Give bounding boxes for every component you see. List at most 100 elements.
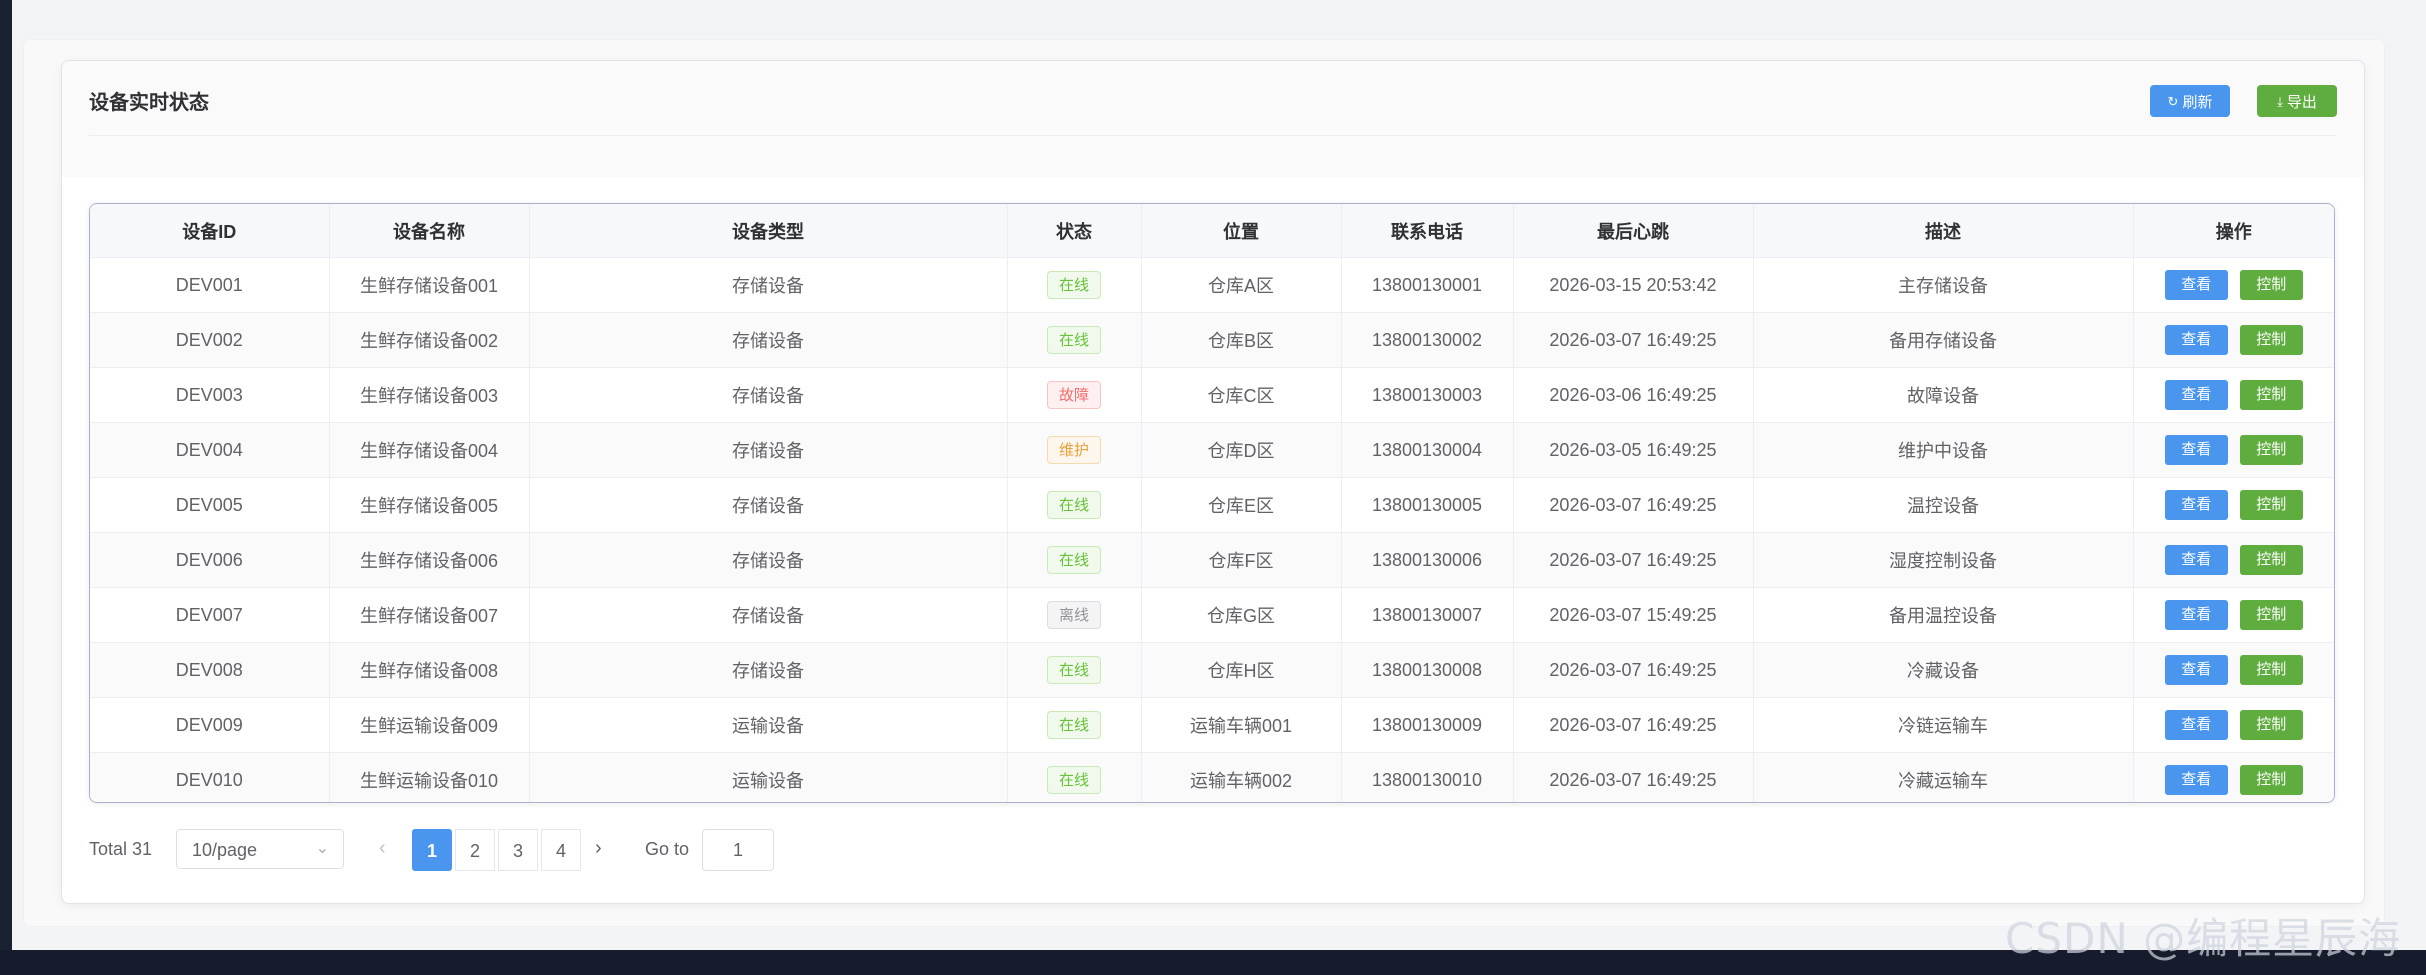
control-button[interactable]: 控制 xyxy=(2239,655,2303,685)
phone-cell: 13800130005 xyxy=(1341,477,1514,533)
download-icon: ⤓ xyxy=(2277,93,2283,109)
status-badge: 在线 xyxy=(1046,491,1101,519)
device-type-cell: 存储设备 xyxy=(529,422,1008,478)
page-size-select[interactable]: 10/page ⌄ xyxy=(176,829,344,869)
view-button[interactable]: 查看 xyxy=(2164,545,2228,575)
device-id-cell: DEV007 xyxy=(90,587,330,643)
location-cell: 仓库G区 xyxy=(1141,587,1342,643)
description-cell: 主存储设备 xyxy=(1753,257,2134,313)
description-cell: 冷藏设备 xyxy=(1753,642,2134,698)
actions-cell: 查看 控制 xyxy=(2133,642,2334,698)
device-status-card: 设备实时状态 ↻ 刷新 ⤓ 导出 设备ID 设备名称 设备类型 状态 位置 联系… xyxy=(61,60,2365,904)
control-button[interactable]: 控制 xyxy=(2239,765,2303,795)
table-row: DEV007 生鲜存储设备007 存储设备 离线 仓库G区 13800130007 2026… xyxy=(90,587,2334,643)
total-count: Total 31 xyxy=(89,839,153,859)
device-name-cell: 生鲜存储设备003 xyxy=(329,367,530,423)
view-button[interactable]: 查看 xyxy=(2164,710,2228,740)
view-button[interactable]: 查看 xyxy=(2164,490,2228,520)
heartbeat-cell: 2026-03-07 16:49:25 xyxy=(1513,642,1754,698)
refresh-button[interactable]: ↻ 刷新 xyxy=(2150,85,2230,117)
table-header-row: 设备ID 设备名称 设备类型 状态 位置 联系电话 最后心跳 描述 操作 xyxy=(90,204,2334,258)
status-badge: 在线 xyxy=(1046,546,1101,574)
view-button[interactable]: 查看 xyxy=(2164,765,2228,795)
page-size-value: 10/page xyxy=(192,840,258,860)
page-button[interactable]: 2 xyxy=(455,829,495,871)
table-row: DEV002 生鲜存储设备002 存储设备 在线 仓库B区 13800130002 2026… xyxy=(90,312,2334,368)
view-button[interactable]: 查看 xyxy=(2164,655,2228,685)
phone-cell: 13800130010 xyxy=(1341,752,1514,802)
status-badge: 在线 xyxy=(1046,766,1101,794)
device-name-cell: 生鲜存储设备001 xyxy=(329,257,530,313)
refresh-icon: ↻ xyxy=(2167,93,2179,109)
location-cell: 运输车辆002 xyxy=(1141,752,1342,802)
location-cell: 仓库A区 xyxy=(1141,257,1342,313)
device-type-cell: 存储设备 xyxy=(529,257,1008,313)
device-id-cell: DEV010 xyxy=(90,752,330,802)
table-row: DEV004 生鲜存储设备004 存储设备 维护 仓库D区 13800130004 2026… xyxy=(90,422,2334,478)
column-header: 最后心跳 xyxy=(1513,204,1754,258)
control-button[interactable]: 控制 xyxy=(2239,600,2303,630)
status-badge: 维护 xyxy=(1046,436,1101,464)
phone-cell: 13800130001 xyxy=(1341,257,1514,313)
status-cell: 在线 xyxy=(1007,477,1142,533)
heartbeat-cell: 2026-03-07 16:49:25 xyxy=(1513,752,1754,802)
heartbeat-cell: 2026-03-06 16:49:25 xyxy=(1513,367,1754,423)
next-page-icon[interactable]: › xyxy=(595,837,602,860)
control-button[interactable]: 控制 xyxy=(2239,435,2303,465)
card-header: 设备实时状态 ↻ 刷新 ⤓ 导出 xyxy=(62,61,2364,177)
status-cell: 在线 xyxy=(1007,532,1142,588)
control-button[interactable]: 控制 xyxy=(2239,325,2303,355)
control-button[interactable]: 控制 xyxy=(2239,490,2303,520)
device-name-cell: 生鲜存储设备004 xyxy=(329,422,530,478)
header-divider xyxy=(89,135,2337,136)
watermark: CSDN @编程星辰海 xyxy=(2005,914,2402,963)
heartbeat-cell: 2026-03-07 15:49:25 xyxy=(1513,587,1754,643)
status-cell: 维护 xyxy=(1007,422,1142,478)
location-cell: 运输车辆001 xyxy=(1141,697,1342,753)
view-button[interactable]: 查看 xyxy=(2164,435,2228,465)
description-cell: 湿度控制设备 xyxy=(1753,532,2134,588)
status-badge: 离线 xyxy=(1046,601,1101,629)
device-type-cell: 存储设备 xyxy=(529,587,1008,643)
phone-cell: 13800130009 xyxy=(1341,697,1514,753)
actions-cell: 查看 控制 xyxy=(2133,532,2334,588)
device-type-cell: 存储设备 xyxy=(529,642,1008,698)
control-button[interactable]: 控制 xyxy=(2239,710,2303,740)
location-cell: 仓库D区 xyxy=(1141,422,1342,478)
page-button[interactable]: 3 xyxy=(498,829,538,871)
actions-cell: 查看 控制 xyxy=(2133,587,2334,643)
device-id-cell: DEV008 xyxy=(90,642,330,698)
device-name-cell: 生鲜存储设备007 xyxy=(329,587,530,643)
view-button[interactable]: 查看 xyxy=(2164,325,2228,355)
column-header: 操作 xyxy=(2133,204,2334,258)
control-button[interactable]: 控制 xyxy=(2239,380,2303,410)
phone-cell: 13800130004 xyxy=(1341,422,1514,478)
goto-label: Go to xyxy=(645,839,690,859)
device-name-cell: 生鲜存储设备006 xyxy=(329,532,530,588)
device-id-cell: DEV001 xyxy=(90,257,330,313)
view-button[interactable]: 查看 xyxy=(2164,380,2228,410)
description-cell: 备用温控设备 xyxy=(1753,587,2134,643)
prev-page-icon[interactable]: ‹ xyxy=(379,837,386,860)
left-edge xyxy=(0,0,12,950)
table-body: DEV001 生鲜存储设备001 存储设备 在线 仓库A区 13800130001 2026… xyxy=(90,257,2334,802)
location-cell: 仓库H区 xyxy=(1141,642,1342,698)
goto-page-input[interactable] xyxy=(702,829,774,871)
status-badge: 在线 xyxy=(1046,271,1101,299)
heartbeat-cell: 2026-03-07 16:49:25 xyxy=(1513,477,1754,533)
table-row: DEV009 生鲜运输设备009 运输设备 在线 运输车辆001 13800130009 2… xyxy=(90,697,2334,753)
status-cell: 在线 xyxy=(1007,697,1142,753)
actions-cell: 查看 控制 xyxy=(2133,367,2334,423)
actions-cell: 查看 控制 xyxy=(2133,422,2334,478)
export-button[interactable]: ⤓ 导出 xyxy=(2257,85,2337,117)
description-cell: 备用存储设备 xyxy=(1753,312,2134,368)
view-button[interactable]: 查看 xyxy=(2164,600,2228,630)
description-cell: 冷藏运输车 xyxy=(1753,752,2134,802)
view-button[interactable]: 查看 xyxy=(2164,270,2228,300)
page-button[interactable]: 4 xyxy=(541,829,581,871)
control-button[interactable]: 控制 xyxy=(2239,545,2303,575)
device-name-cell: 生鲜存储设备005 xyxy=(329,477,530,533)
control-button[interactable]: 控制 xyxy=(2239,270,2303,300)
page-button[interactable]: 1 xyxy=(412,829,452,871)
status-badge: 故障 xyxy=(1046,381,1101,409)
